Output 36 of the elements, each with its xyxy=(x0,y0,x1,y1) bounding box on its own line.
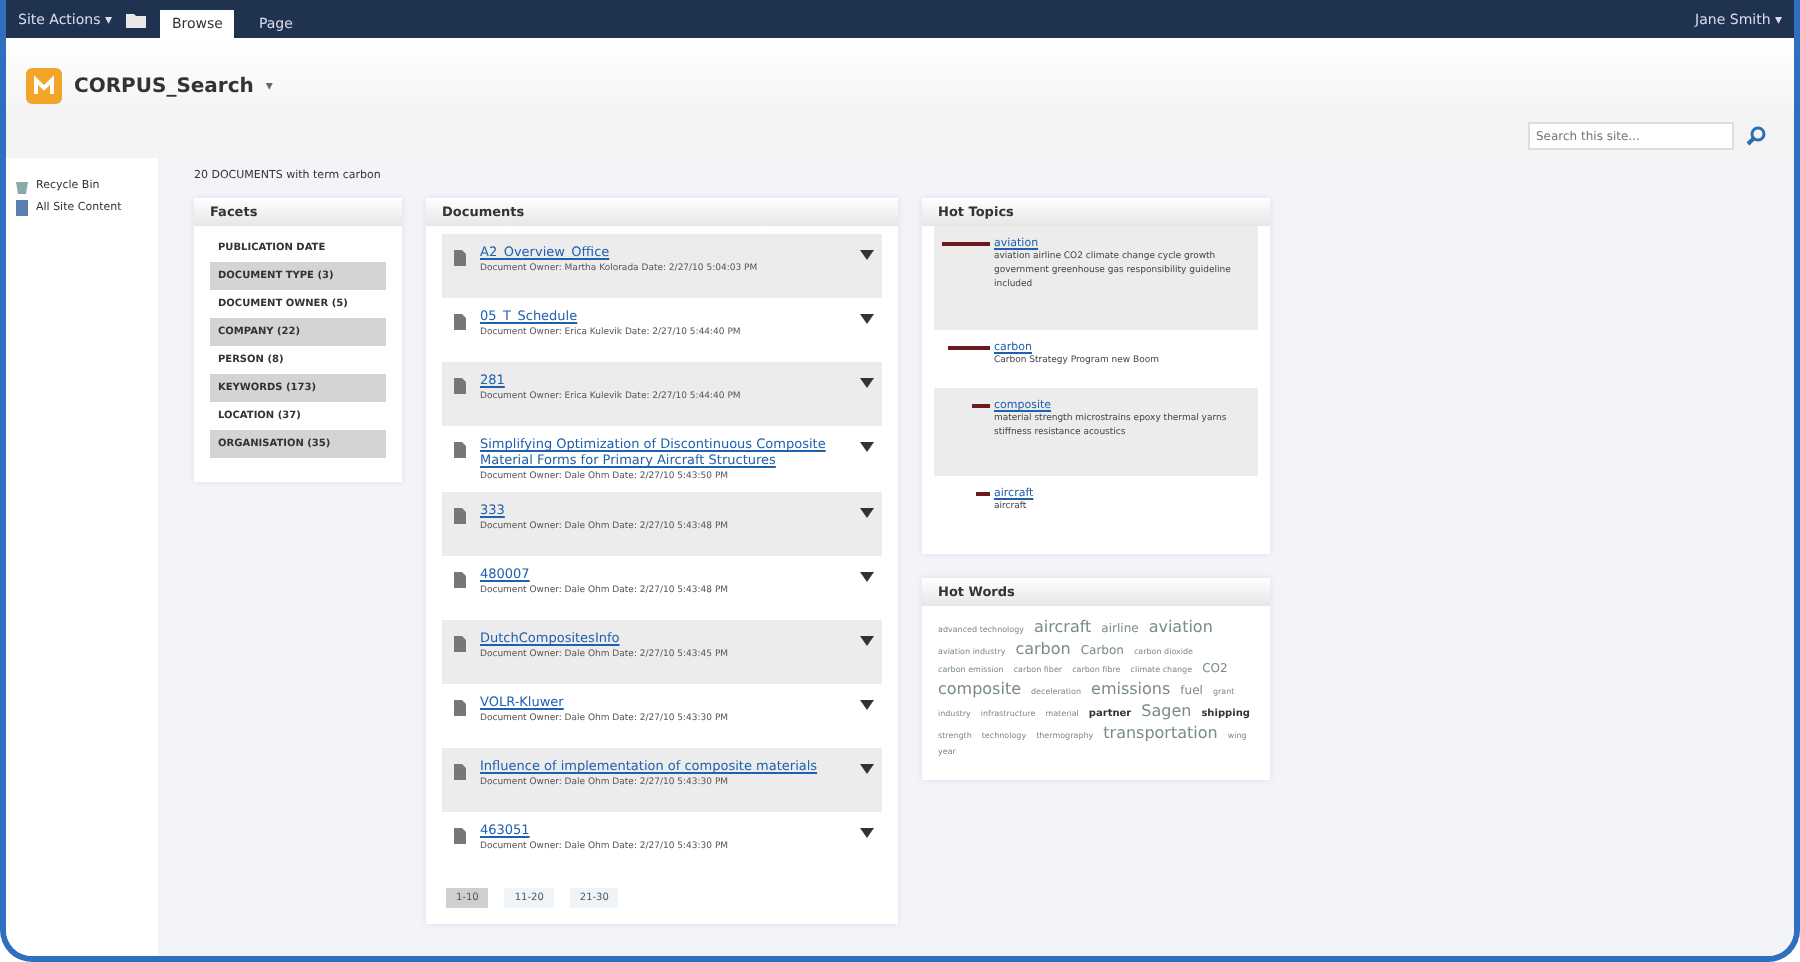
folder-icon[interactable] xyxy=(123,9,148,29)
document-icon xyxy=(450,762,468,782)
recycle-bin-icon xyxy=(14,178,30,194)
topic-bar xyxy=(976,492,990,497)
caret-icon[interactable] xyxy=(860,572,874,582)
caret-icon[interactable] xyxy=(860,636,874,646)
hot-word[interactable]: aircraft xyxy=(1034,618,1092,637)
document-icon xyxy=(450,634,468,654)
caret-icon[interactable] xyxy=(860,314,874,324)
site-logo-icon xyxy=(26,68,62,104)
site-title[interactable]: CORPUS_Search xyxy=(74,75,254,97)
document-icon xyxy=(450,376,468,396)
caret-icon[interactable] xyxy=(860,378,874,388)
caret-icon[interactable] xyxy=(860,828,874,838)
caret-icon[interactable] xyxy=(860,508,874,518)
document-icon xyxy=(450,826,468,846)
caret-icon[interactable] xyxy=(860,442,874,452)
hot-word[interactable]: carbon xyxy=(1015,640,1071,659)
hot-word[interactable]: composite xyxy=(938,680,1022,699)
document-icon xyxy=(450,312,468,332)
caret-icon[interactable] xyxy=(860,700,874,710)
hot-word[interactable]: aviation xyxy=(1148,618,1213,637)
topic-bar xyxy=(948,345,990,350)
caret-icon[interactable] xyxy=(860,764,874,774)
topic-bar xyxy=(972,403,990,408)
document-icon xyxy=(450,570,468,590)
caret-icon[interactable] xyxy=(860,250,874,260)
document-icon xyxy=(450,698,468,718)
search-icon[interactable] xyxy=(1746,126,1766,146)
hot-word[interactable]: transportation xyxy=(1103,724,1218,743)
document-icon xyxy=(450,440,468,460)
document-icon xyxy=(450,506,468,526)
document-icon xyxy=(14,200,30,216)
hot-word[interactable]: Sagen xyxy=(1141,702,1192,721)
hot-word[interactable]: emissions xyxy=(1091,680,1171,699)
document-icon xyxy=(450,248,468,268)
